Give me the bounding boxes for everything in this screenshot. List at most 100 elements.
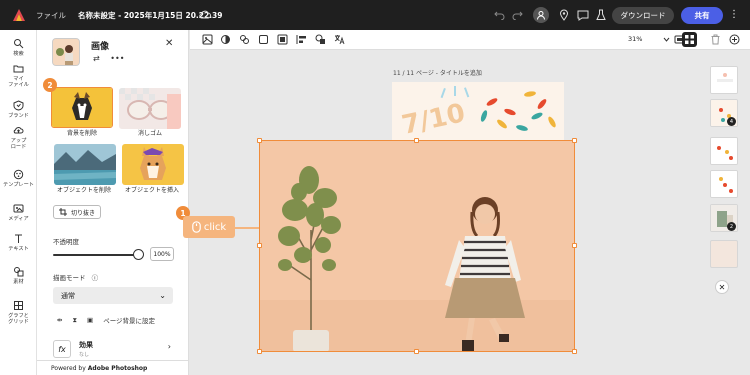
rail-item-2[interactable]: ブランド [0,100,37,119]
folder-icon [13,65,24,73]
resize-handle-right[interactable] [572,243,577,248]
rail-item-label: メディア [8,216,29,222]
remove-background-label: 背景を削除 [66,130,97,137]
crop-button[interactable]: 切り抜き [53,205,101,219]
image-properties-panel: 画像 ✕ ⇄ ••• 背景を削除 消しゴム オブジェクトを削除 オブジェクトを挿… [37,30,189,375]
effects-value: なし [79,352,90,358]
adobe-express-logo[interactable] [12,8,26,22]
resize-handle-top[interactable] [414,138,419,143]
translate-icon[interactable] [334,34,345,45]
crop-label: 切り抜き [70,209,95,217]
page-thumbnail-4[interactable] [710,170,738,198]
more-options-icon[interactable]: ⋮ [729,9,739,20]
brand-icon [13,100,24,111]
crop-icon [58,208,67,216]
user-avatar-icon[interactable] [533,7,549,23]
rail-item-0[interactable]: 検索 [0,38,37,57]
remove-background-card[interactable] [51,87,113,128]
chevron-down-icon: ⌄ [159,291,166,300]
page-title-label[interactable]: 11 / 11 ページ - タイトルを追加 [393,68,482,77]
insert-object-card[interactable] [122,144,184,185]
top-bar: ファイル 名称未設定 - 2025年1月15日 20.22.39 ダウンロード … [0,0,750,30]
close-panel-icon[interactable]: ✕ [165,38,173,49]
layers-icon[interactable] [315,34,326,45]
eraser-card[interactable] [119,88,181,129]
rail-item-label: アップ ロード [10,138,27,151]
replace-image-icon[interactable]: ⇄ [93,54,100,63]
chevron-down-icon[interactable] [661,34,672,45]
trash-icon[interactable] [710,34,721,45]
adjust-icon[interactable] [220,34,231,45]
rail-item-label: テキスト [8,246,29,252]
rail-item-8[interactable]: グラフと グリッド [0,300,37,325]
canvas-toolbar [190,30,750,50]
set-background-label[interactable]: ページ背景に設定 [103,315,155,325]
page-thumbnail-current[interactable] [710,240,738,268]
info-icon[interactable]: ⓘ [92,274,99,282]
rail-item-label: グラフと グリッド [8,313,29,326]
resize-handle-bottom[interactable] [414,349,419,354]
redo-icon[interactable] [510,8,524,22]
rail-item-1[interactable]: マイ ファイル [0,63,37,88]
add-page-icon[interactable] [729,34,740,45]
grid-toggle-button[interactable] [682,32,697,47]
resize-handle-top-left[interactable] [257,138,262,143]
step-badge-2: 2 [43,78,57,92]
grid-toggle-icon [685,35,694,44]
eraser-label: 消しゴム [137,130,162,137]
background-page-design: 7/10 [392,82,564,140]
more-icon[interactable]: ••• [110,54,124,63]
rail-item-7[interactable]: 素材 [0,266,37,285]
effects-row[interactable]: fx 効果 なし › [53,338,173,358]
media-icon [13,204,24,213]
remove-object-card[interactable] [54,144,116,185]
blend-mode-dropdown[interactable]: 通常 ⌄ [53,287,173,304]
blend-mode-value: 通常 [61,291,75,300]
selected-image-thumbnail [52,38,80,66]
insert-object-label: オブジェクトを挿入 [124,187,179,194]
rail-item-label: マイ ファイル [8,76,29,89]
template-icon [13,169,24,180]
powered-by-prefix: Powered by [51,364,86,372]
text-icon [15,234,22,243]
opacity-slider-track[interactable] [53,254,137,256]
remove-object-label: オブジェクトを削除 [56,187,111,194]
download-button[interactable]: ダウンロード [612,7,674,24]
comment-icon[interactable] [576,8,590,22]
page-thumbnail-3[interactable] [710,137,738,165]
align-icon[interactable] [296,34,307,45]
undo-icon[interactable] [492,8,506,22]
zoom-level[interactable]: 31% [628,35,642,43]
link-icon[interactable] [239,34,250,45]
file-menu[interactable]: ファイル [36,10,66,21]
opacity-label: 不透明度 [53,238,79,246]
rail-item-4[interactable]: テンプレート [0,169,37,188]
set-background-icon[interactable]: ▣ [87,316,93,324]
rail-item-5[interactable]: メディア [0,203,37,222]
share-button[interactable]: 共有 [681,7,723,24]
opacity-slider-handle[interactable] [133,249,144,260]
alignment-row: ⇹ ⧗ ▣ ページ背景に設定 [57,315,155,326]
flip-horizontal-icon[interactable]: ⇹ [57,316,62,324]
resize-handle-bottom-right[interactable] [572,349,577,354]
resize-handle-top-right[interactable] [572,138,577,143]
rail-item-3[interactable]: アップ ロード [0,125,37,150]
rail-item-6[interactable]: テキスト [0,233,37,252]
flask-icon[interactable] [594,8,608,22]
page-thumbnail-1[interactable] [710,66,738,94]
rail-item-label: ブランド [8,113,29,119]
blend-mode-label: 描画モード ⓘ [53,272,98,282]
grid-icon [14,301,23,310]
resize-handle-left[interactable] [257,243,262,248]
pin-icon[interactable] [557,8,571,22]
resize-handle-bottom-left[interactable] [257,349,262,354]
panel-tool-icons: ⇄ ••• [93,54,124,63]
click-connector-line [235,227,259,229]
opacity-value-field[interactable]: 100% [150,247,174,261]
hourglass-icon[interactable]: ⧗ [72,316,77,325]
frame-icon[interactable] [277,34,288,45]
close-rail-icon[interactable]: ✕ [715,280,729,294]
replace-icon[interactable] [202,34,213,45]
page-badge-count-a: 4 [727,117,736,126]
shape-icon[interactable] [258,34,269,45]
